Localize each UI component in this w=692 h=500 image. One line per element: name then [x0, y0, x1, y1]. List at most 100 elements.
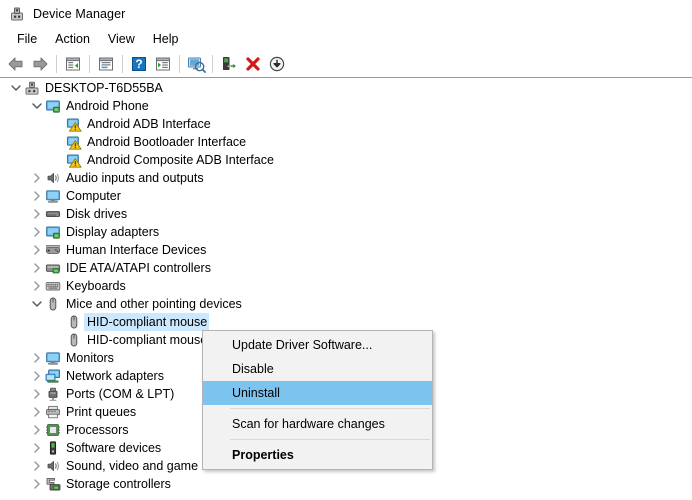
- chevron-down-icon[interactable]: [29, 296, 45, 312]
- context-menu-item[interactable]: Scan for hardware changes: [203, 412, 432, 436]
- device-manager-icon: [9, 6, 25, 22]
- show-hide-console-tree-icon[interactable]: [61, 52, 85, 76]
- tree-item[interactable]: Keyboards: [0, 277, 692, 295]
- help-icon[interactable]: ?: [127, 52, 151, 76]
- tree-item-label: Software devices: [66, 441, 162, 455]
- chevron-right-icon[interactable]: [29, 188, 45, 204]
- uninstall-icon[interactable]: [241, 52, 265, 76]
- tree-item-label: IDE ATA/ATAPI controllers: [66, 261, 211, 275]
- scan-for-hardware-changes-icon[interactable]: [184, 52, 208, 76]
- back-icon[interactable]: [4, 52, 28, 76]
- processor-icon: [45, 422, 61, 438]
- chevron-down-icon[interactable]: [29, 98, 45, 114]
- tree-item[interactable]: Audio inputs and outputs: [0, 169, 692, 187]
- context-menu-item[interactable]: Properties: [203, 443, 432, 467]
- warning-device-icon: [66, 116, 82, 132]
- chevron-right-icon[interactable]: [29, 422, 45, 438]
- chevron-right-icon[interactable]: [29, 404, 45, 420]
- disable-icon[interactable]: [265, 52, 289, 76]
- chevron-right-icon[interactable]: [29, 224, 45, 240]
- tree-item[interactable]: HID-compliant mouse: [0, 313, 692, 331]
- toolbar-separator-5: [212, 54, 213, 73]
- mouse-icon: [66, 314, 82, 330]
- context-menu[interactable]: Update Driver Software... Disable Uninstal…: [202, 330, 433, 470]
- tree-item[interactable]: Android Composite ADB Interface: [0, 151, 692, 169]
- monitor-icon: [45, 350, 61, 366]
- tree-item-label: HID-compliant mouse: [87, 333, 208, 347]
- context-menu-separator: [230, 408, 430, 409]
- chevron-down-icon[interactable]: [8, 80, 24, 96]
- port-icon: [45, 386, 61, 402]
- tree-item-label: Display adapters: [66, 225, 160, 239]
- chevron-right-icon[interactable]: [29, 242, 45, 258]
- speaker-icon: [45, 458, 61, 474]
- chevron-right-icon[interactable]: [29, 386, 45, 402]
- chevron-right-icon[interactable]: [29, 368, 45, 384]
- tree-item[interactable]: Human Interface Devices: [0, 241, 692, 259]
- tree-item-label: Print queues: [66, 405, 137, 419]
- toolbar-separator-2: [89, 54, 90, 73]
- chevron-right-icon[interactable]: [29, 440, 45, 456]
- tree-item-label: Audio inputs and outputs: [66, 171, 204, 185]
- toolbar-separator-3: [122, 54, 123, 73]
- tree-item-label: Android Bootloader Interface: [87, 135, 247, 149]
- forward-icon[interactable]: [28, 52, 52, 76]
- update-driver-icon[interactable]: [217, 52, 241, 76]
- software-device-icon: [45, 440, 61, 456]
- tree-item-label: Computer: [66, 189, 121, 203]
- mouse-icon: [45, 296, 61, 312]
- title-bar: Device Manager: [0, 0, 692, 28]
- toolbar: ?: [0, 50, 692, 78]
- tree-item[interactable]: Computer: [0, 187, 692, 205]
- printer-icon: [45, 404, 61, 420]
- display-adapter-icon: [45, 224, 61, 240]
- device-manager-window: Device Manager File Action View Help ? D…: [0, 0, 692, 500]
- monitor-icon: [45, 188, 61, 204]
- tree-item[interactable]: Android Phone: [0, 97, 692, 115]
- display-adapter-icon: [45, 98, 61, 114]
- window-title: Device Manager: [33, 7, 126, 21]
- tree-item-label: DESKTOP-T6D55BA: [45, 81, 163, 95]
- menu-help[interactable]: Help: [144, 30, 188, 48]
- tree-item-label: Mice and other pointing devices: [66, 297, 242, 311]
- context-menu-item[interactable]: Uninstall: [203, 381, 432, 405]
- context-menu-item[interactable]: Update Driver Software...: [203, 333, 432, 357]
- tree-item[interactable]: IDE ATA/ATAPI controllers: [0, 259, 692, 277]
- chevron-right-icon[interactable]: [29, 350, 45, 366]
- menu-file[interactable]: File: [8, 30, 46, 48]
- chevron-right-icon[interactable]: [29, 206, 45, 222]
- chevron-right-icon[interactable]: [29, 260, 45, 276]
- tree-item-label: Android Phone: [66, 99, 149, 113]
- tree-item-label: Storage controllers: [66, 477, 171, 491]
- context-menu-item[interactable]: Disable: [203, 357, 432, 381]
- menu-view[interactable]: View: [99, 30, 144, 48]
- chevron-right-icon[interactable]: [29, 476, 45, 492]
- tree-item[interactable]: Storage controllers: [0, 475, 692, 493]
- chevron-right-icon[interactable]: [29, 458, 45, 474]
- toolbar-separator-1: [56, 54, 57, 73]
- tree-item[interactable]: DESKTOP-T6D55BA: [0, 79, 692, 97]
- svg-text:?: ?: [135, 57, 142, 71]
- tree-item[interactable]: Android Bootloader Interface: [0, 133, 692, 151]
- keyboard-icon: [45, 278, 61, 294]
- chevron-right-icon[interactable]: [29, 278, 45, 294]
- computer-node-icon: [24, 80, 40, 96]
- tree-item-label: Human Interface Devices: [66, 243, 207, 257]
- menu-action[interactable]: Action: [46, 30, 99, 48]
- warning-device-icon: [66, 152, 82, 168]
- tree-item[interactable]: Display adapters: [0, 223, 692, 241]
- view-icon[interactable]: [151, 52, 175, 76]
- tree-item[interactable]: Android ADB Interface: [0, 115, 692, 133]
- ide-controller-icon: [45, 260, 61, 276]
- warning-device-icon: [66, 134, 82, 150]
- tree-item[interactable]: Mice and other pointing devices: [0, 295, 692, 313]
- tree-item[interactable]: Disk drives: [0, 205, 692, 223]
- properties-icon[interactable]: [94, 52, 118, 76]
- network-adapter-icon: [45, 368, 61, 384]
- chevron-right-icon[interactable]: [29, 170, 45, 186]
